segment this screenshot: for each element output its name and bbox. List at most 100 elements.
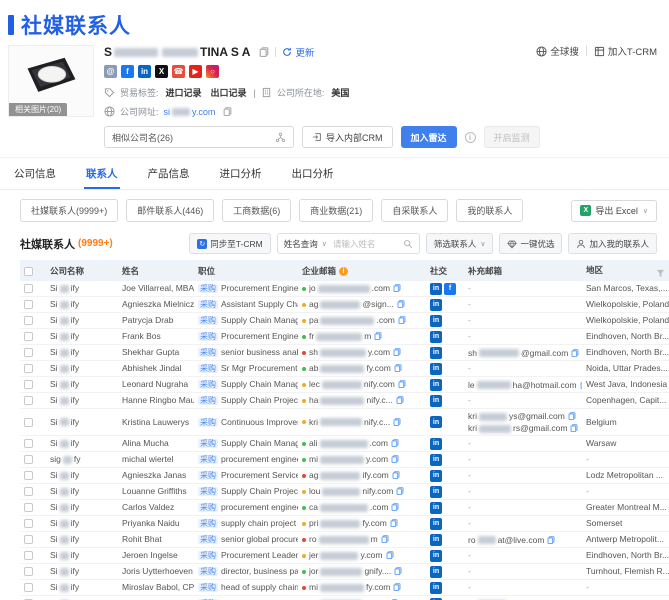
linkedin-icon[interactable]: in bbox=[430, 581, 442, 594]
sync-tcrm-button[interactable]: ↻ 同步至T-CRM bbox=[189, 233, 271, 254]
row-checkbox[interactable] bbox=[24, 417, 33, 427]
copy-icon[interactable] bbox=[398, 380, 406, 388]
row-checkbox[interactable] bbox=[24, 567, 33, 577]
pill-business-registry[interactable]: 工商数据(6) bbox=[222, 199, 292, 222]
copy-icon[interactable] bbox=[381, 535, 389, 543]
row-checkbox[interactable] bbox=[24, 455, 33, 465]
linkedin-icon[interactable]: in bbox=[430, 394, 442, 407]
import-internal-crm-button[interactable]: 导入内部CRM bbox=[302, 126, 393, 148]
copy-icon[interactable] bbox=[391, 439, 399, 447]
global-search-link[interactable]: 全球搜 bbox=[536, 44, 579, 58]
copy-website-icon[interactable] bbox=[223, 107, 232, 116]
region-filter-icon[interactable] bbox=[656, 269, 665, 278]
export-excel-button[interactable]: X 导出 Excel ∨ bbox=[571, 199, 657, 222]
email-info-icon[interactable]: i bbox=[339, 266, 349, 276]
copy-icon[interactable] bbox=[393, 284, 401, 292]
pill-email-contacts[interactable]: 邮件联系人(446) bbox=[126, 199, 215, 222]
linkedin-icon[interactable]: in bbox=[430, 501, 442, 514]
row-checkbox[interactable] bbox=[24, 284, 33, 294]
tab-company-info[interactable]: 公司信息 bbox=[12, 158, 58, 189]
copy-icon[interactable] bbox=[396, 487, 404, 495]
x-icon[interactable]: X bbox=[155, 65, 168, 78]
linkedin-icon[interactable]: in bbox=[430, 549, 442, 562]
linkedin-icon[interactable]: in bbox=[430, 314, 442, 327]
company-website-link[interactable]: si y.com bbox=[164, 107, 216, 117]
copy-icon[interactable] bbox=[397, 300, 405, 308]
linkedin-icon[interactable]: in bbox=[430, 533, 442, 546]
row-checkbox[interactable] bbox=[24, 487, 33, 497]
copy-icon[interactable] bbox=[386, 551, 394, 559]
copy-icon[interactable] bbox=[393, 417, 401, 426]
linkedin-icon[interactable]: in bbox=[430, 282, 442, 295]
pill-self-collected-contacts[interactable]: 自采联系人 bbox=[381, 199, 449, 222]
copy-icon[interactable] bbox=[393, 583, 401, 591]
facebook-icon[interactable]: f bbox=[444, 282, 456, 295]
row-checkbox[interactable] bbox=[24, 300, 33, 310]
company-product-image[interactable]: 相关图片(20) bbox=[8, 45, 94, 117]
linkedin-icon[interactable]: in bbox=[430, 298, 442, 311]
select-all-checkbox[interactable] bbox=[24, 266, 33, 276]
refresh-company-button[interactable]: 更新 bbox=[282, 45, 314, 59]
facebook-icon[interactable]: f bbox=[121, 65, 134, 78]
linkedin-icon[interactable]: in bbox=[430, 437, 442, 450]
linkedin-icon[interactable]: in bbox=[430, 362, 442, 375]
filter-contacts-button[interactable]: 筛选联系人 ∨ bbox=[425, 233, 494, 254]
import-record-link[interactable]: 进口记录 bbox=[166, 86, 202, 99]
copy-icon[interactable] bbox=[392, 471, 400, 479]
copy-icon[interactable] bbox=[394, 364, 402, 372]
copy-icon[interactable] bbox=[391, 455, 399, 463]
add-my-contacts-button[interactable]: 加入我的联系人 bbox=[568, 233, 657, 254]
copy-icon[interactable] bbox=[374, 332, 382, 340]
enable-monitor-button[interactable]: 开启监测 bbox=[483, 126, 540, 148]
row-checkbox[interactable] bbox=[24, 396, 33, 406]
copy-icon[interactable] bbox=[571, 348, 579, 357]
join-radar-button[interactable]: 加入雷达 bbox=[400, 126, 457, 148]
linkedin-icon[interactable]: in bbox=[430, 485, 442, 498]
row-checkbox[interactable] bbox=[24, 535, 33, 545]
tab-export-analysis[interactable]: 出口分析 bbox=[290, 158, 336, 189]
phone-icon[interactable]: ☎ bbox=[172, 65, 185, 78]
row-checkbox[interactable] bbox=[24, 380, 33, 390]
row-checkbox[interactable] bbox=[24, 316, 33, 326]
similar-company-select[interactable]: 相似公司名(26) bbox=[104, 126, 294, 148]
copy-icon[interactable] bbox=[570, 424, 578, 432]
row-checkbox[interactable] bbox=[24, 364, 33, 374]
name-search-input[interactable] bbox=[332, 238, 397, 249]
row-checkbox[interactable] bbox=[24, 551, 33, 561]
linkedin-icon[interactable]: in bbox=[430, 453, 442, 466]
website-icon[interactable]: @ bbox=[104, 65, 117, 78]
copy-icon[interactable] bbox=[396, 396, 404, 404]
copy-icon[interactable] bbox=[547, 535, 555, 544]
row-checkbox[interactable] bbox=[24, 519, 33, 529]
row-checkbox[interactable] bbox=[24, 583, 33, 593]
one-click-optimize-button[interactable]: 一键优选 bbox=[499, 233, 563, 254]
copy-icon[interactable] bbox=[394, 567, 402, 575]
tab-import-analysis[interactable]: 进口分析 bbox=[218, 158, 264, 189]
linkedin-icon[interactable]: in bbox=[430, 517, 442, 530]
pill-my-contacts[interactable]: 我的联系人 bbox=[456, 199, 524, 222]
copy-icon[interactable] bbox=[568, 412, 576, 420]
linkedin-icon[interactable]: in bbox=[138, 65, 151, 78]
linkedin-icon[interactable]: in bbox=[430, 346, 442, 359]
copy-icon[interactable] bbox=[398, 316, 406, 324]
copy-icon[interactable] bbox=[580, 380, 582, 389]
row-checkbox[interactable] bbox=[24, 471, 33, 481]
row-checkbox[interactable] bbox=[24, 332, 33, 342]
copy-icon[interactable] bbox=[391, 503, 399, 511]
copy-company-name-icon[interactable] bbox=[259, 47, 269, 57]
pill-commercial-data[interactable]: 商业数据(21) bbox=[299, 199, 374, 222]
export-record-link[interactable]: 出口记录 bbox=[211, 86, 247, 99]
join-tcrm-link[interactable]: 加入T-CRM bbox=[594, 44, 657, 58]
copy-icon[interactable] bbox=[390, 519, 398, 527]
search-icon[interactable] bbox=[397, 239, 419, 249]
linkedin-icon[interactable]: in bbox=[430, 469, 442, 482]
linkedin-icon[interactable]: in bbox=[430, 378, 442, 391]
info-icon[interactable]: i bbox=[464, 131, 476, 143]
tab-contacts[interactable]: 联系人 bbox=[84, 158, 120, 189]
name-query-dropdown[interactable]: 姓名查询 ∨ bbox=[278, 238, 333, 250]
linkedin-icon[interactable]: in bbox=[430, 565, 442, 578]
instagram-icon[interactable]: ○ bbox=[206, 65, 219, 78]
linkedin-icon[interactable]: in bbox=[430, 416, 442, 429]
row-checkbox[interactable] bbox=[24, 503, 33, 513]
youtube-icon[interactable]: ▶ bbox=[189, 65, 202, 78]
